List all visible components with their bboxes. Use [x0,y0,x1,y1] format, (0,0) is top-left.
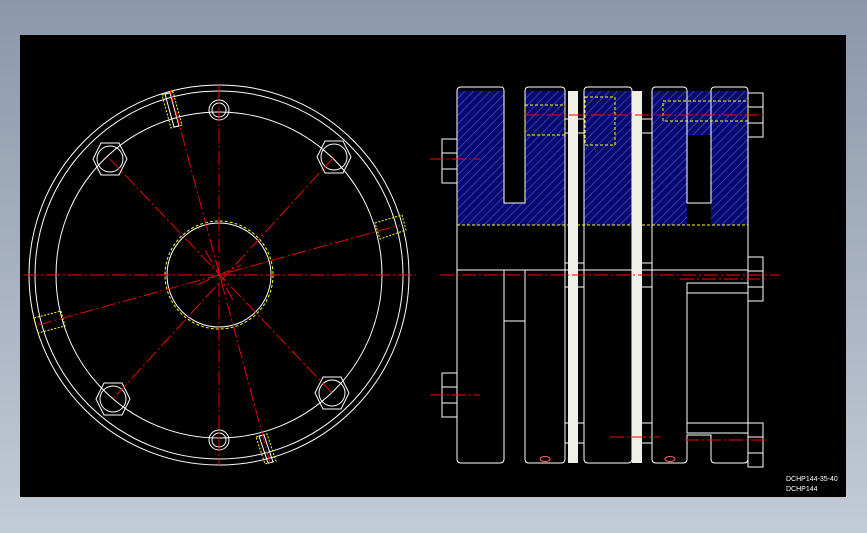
cad-viewport[interactable]: DCHP144-35-40 DCHP144 [20,35,846,497]
center-spacer-section [584,91,632,225]
title-block: DCHP144-35-40 DCHP144 [786,475,838,495]
set-screw-notch-right [374,214,407,240]
right-flange-section [652,91,687,225]
diaphragm-pack-right [632,91,642,463]
side-view [441,86,764,468]
left-bolt-head-top [441,138,458,184]
right-hub-section [687,91,748,225]
diaphragm-pack-left [568,91,578,463]
dowel-mark-left [539,456,551,462]
bolt-shank-lower [686,282,749,434]
title-line-series: DCHP144 [786,486,818,493]
coupling-drawing [24,84,780,468]
title-line-part-number: DCHP144-35-40 [786,476,838,483]
left-hub-section [457,91,504,135]
dowel-mark-right [664,456,676,462]
right-bolt-head-bottom [747,422,764,468]
left-flange-section [525,91,565,225]
